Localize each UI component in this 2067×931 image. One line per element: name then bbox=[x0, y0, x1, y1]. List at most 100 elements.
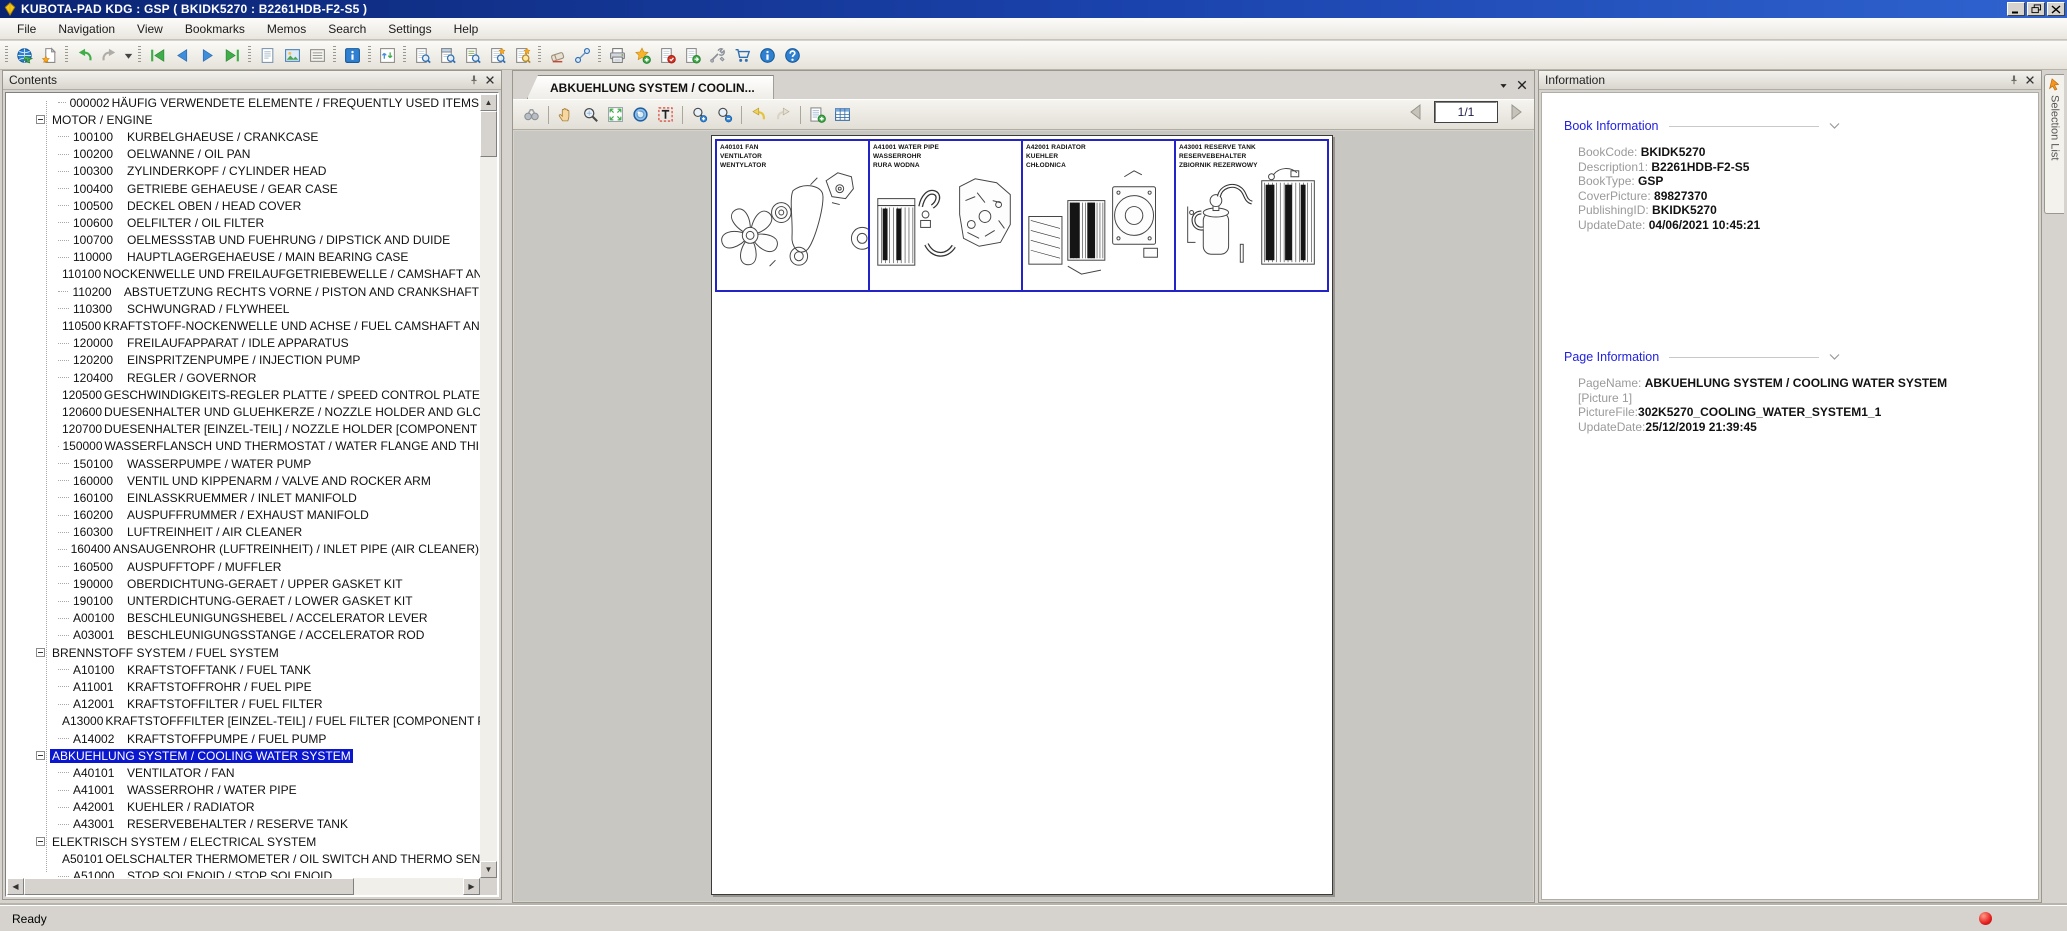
search-memo-button[interactable] bbox=[510, 43, 535, 67]
selection-list-tab[interactable]: Selection List bbox=[2044, 74, 2064, 214]
tree-item[interactable]: A00100BESCHLEUNIGUNGSHEBEL / ACCELERATOR… bbox=[6, 610, 481, 627]
tree-item[interactable]: 150100WASSERPUMPE / WATER PUMP bbox=[6, 455, 481, 472]
collapse-section-icon[interactable] bbox=[1829, 122, 1840, 130]
diagram-fan[interactable]: A40101 FAN VENTILATOR WENTYLATOR bbox=[717, 141, 868, 290]
tree-item[interactable]: 160000VENTIL UND KIPPENARM / VALVE AND R… bbox=[6, 472, 481, 489]
menu-file[interactable]: File bbox=[6, 20, 47, 38]
picture-block[interactable]: A40101 FAN VENTILATOR WENTYLATOR bbox=[715, 139, 1329, 292]
pan-hand-button[interactable] bbox=[553, 103, 578, 127]
tree-item[interactable]: 120500GESCHWINDIGKEITS-REGLER PLATTE / S… bbox=[6, 386, 481, 403]
tree-item[interactable]: 190100UNTERDICHTUNG-GERAET / LOWER GASKE… bbox=[6, 592, 481, 609]
next-picture-icon[interactable] bbox=[1506, 103, 1526, 121]
document-page[interactable]: A40101 FAN VENTILATOR WENTYLATOR bbox=[711, 135, 1333, 895]
tree-item[interactable]: 120200EINSPRITZENPUMPE / INJECTION PUMP bbox=[6, 352, 481, 369]
close-icon[interactable] bbox=[482, 73, 498, 88]
tree-item[interactable]: 100500DECKEL OBEN / HEAD COVER bbox=[6, 197, 481, 214]
tree-item[interactable]: 110100NOCKENWELLE UND FREILAUFGETRIEBEWE… bbox=[6, 266, 481, 283]
new-document-button[interactable] bbox=[37, 43, 62, 67]
drawing-canvas[interactable]: A40101 FAN VENTILATOR WENTYLATOR bbox=[514, 131, 1533, 901]
tree-item[interactable]: 100100KURBELGHAEUSE / CRANKCASE bbox=[6, 128, 481, 145]
menu-search[interactable]: Search bbox=[317, 20, 377, 38]
scroll-down-icon[interactable]: ▼ bbox=[480, 861, 497, 878]
tree-item[interactable]: A50101OELSCHALTER THERMOMETER / OIL SWIT… bbox=[6, 850, 481, 867]
collapse-box-icon[interactable] bbox=[36, 648, 45, 657]
tree-item[interactable]: A43001RESERVEBEHALTER / RESERVE TANK bbox=[6, 816, 481, 833]
tree-item[interactable]: 110000HAUPTLAGERGEHAEUSE / MAIN BEARING … bbox=[6, 249, 481, 266]
tree-vertical-scrollbar[interactable]: ▲ ▼ bbox=[480, 94, 497, 878]
tree-item[interactable]: 110500KRAFTSTOFF-NOCKENWELLE UND ACHSE /… bbox=[6, 317, 481, 334]
tree-node[interactable]: ABKUEHLUNG SYSTEM / COOLING WATER SYSTEM bbox=[6, 747, 481, 764]
close-icon[interactable] bbox=[2022, 73, 2038, 88]
scroll-up-icon[interactable]: ▲ bbox=[480, 94, 497, 111]
history-dropdown-button[interactable] bbox=[122, 43, 135, 67]
tree-node[interactable]: MOTOR / ENGINE bbox=[6, 111, 481, 128]
tree-item[interactable]: 150000WASSERFLANSCH UND THERMOSTAT / WAT… bbox=[6, 438, 481, 455]
redo-navigation-button[interactable] bbox=[97, 43, 122, 67]
tree-node[interactable]: BRENNSTOFF SYSTEM / FUEL SYSTEM bbox=[6, 644, 481, 661]
eraser-button[interactable] bbox=[545, 43, 570, 67]
fit-page-button[interactable] bbox=[603, 103, 628, 127]
tree-item[interactable]: 000002HÄUFIG VERWENDETE ELEMENTE / FREQU… bbox=[6, 94, 481, 111]
search-page-button[interactable] bbox=[435, 43, 460, 67]
tree-item[interactable]: A13000KRAFTSTOFFFILTER [EINZEL-TEIL] / F… bbox=[6, 713, 481, 730]
search-book-button[interactable] bbox=[410, 43, 435, 67]
tree-item[interactable]: 160200AUSPUFFRUMMER / EXHAUST MANIFOLD bbox=[6, 507, 481, 524]
tree-item[interactable]: 110300SCHWUNGRAD / FLYWHEEL bbox=[6, 300, 481, 317]
tree-item[interactable]: A42001KUEHLER / RADIATOR bbox=[6, 799, 481, 816]
tree-item[interactable]: 120600DUESENHALTER UND GLUEHKERZE / NOZZ… bbox=[6, 403, 481, 420]
previous-picture-icon[interactable] bbox=[1406, 103, 1426, 121]
tree-item[interactable]: A12001KRAFTSTOFFILTER / FUEL FILTER bbox=[6, 696, 481, 713]
search-list-button[interactable] bbox=[460, 43, 485, 67]
tab-list-dropdown-icon[interactable] bbox=[1495, 77, 1511, 93]
scroll-right-icon[interactable]: ▶ bbox=[463, 878, 480, 895]
memo-check-button[interactable] bbox=[655, 43, 680, 67]
menu-memos[interactable]: Memos bbox=[256, 20, 317, 38]
scroll-thumb[interactable] bbox=[24, 878, 354, 895]
tree-item[interactable]: 120400REGLER / GOVERNOR bbox=[6, 369, 481, 386]
scroll-left-icon[interactable]: ◀ bbox=[7, 878, 24, 895]
illustration-view-button[interactable] bbox=[280, 43, 305, 67]
tree-item[interactable]: A11001KRAFTSTOFFROHR / FUEL PIPE bbox=[6, 678, 481, 695]
information-view-button[interactable] bbox=[340, 43, 365, 67]
next-page-button[interactable] bbox=[195, 43, 220, 67]
previous-page-button[interactable] bbox=[170, 43, 195, 67]
tree-item[interactable]: 160300LUFTREINHEIT / AIR CLEANER bbox=[6, 524, 481, 541]
measure-button[interactable] bbox=[570, 43, 595, 67]
tree-item[interactable]: 120000FREILAUFAPPARAT / IDLE APPARATUS bbox=[6, 335, 481, 352]
close-button[interactable] bbox=[2047, 2, 2065, 16]
tools-button[interactable] bbox=[705, 43, 730, 67]
menu-settings[interactable]: Settings bbox=[377, 20, 442, 38]
tree-item[interactable]: 160400ANSAUGENROHR (LUFTREINHEIT) / INLE… bbox=[6, 541, 481, 558]
memo-export-button[interactable] bbox=[680, 43, 705, 67]
diagram-radiator[interactable]: A42001 RADIATOR KUEHLER CHŁODNICA bbox=[1021, 141, 1174, 290]
tree-item[interactable]: A40101VENTILATOR / FAN bbox=[6, 764, 481, 781]
add-to-list-button[interactable] bbox=[805, 103, 830, 127]
print-button[interactable] bbox=[605, 43, 630, 67]
pin-icon[interactable] bbox=[2006, 73, 2022, 88]
restore-button[interactable] bbox=[2027, 2, 2045, 16]
page-view-button[interactable] bbox=[255, 43, 280, 67]
parts-cart-button[interactable] bbox=[730, 43, 755, 67]
zoom-select-button[interactable] bbox=[578, 103, 603, 127]
tree-item[interactable]: 100700OELMESSSTAB UND FUEHRUNG / DIPSTIC… bbox=[6, 232, 481, 249]
find-button[interactable] bbox=[519, 103, 544, 127]
tree-item[interactable]: 100200OELWANNE / OIL PAN bbox=[6, 146, 481, 163]
minimize-button[interactable] bbox=[2007, 2, 2025, 16]
app-information-button[interactable] bbox=[755, 43, 780, 67]
diagram-water-pipe[interactable]: A41001 WATER PIPE WASSERROHR RURA WODNA bbox=[868, 141, 1021, 290]
tree-horizontal-scrollbar[interactable]: ◀ ▶ bbox=[7, 878, 480, 895]
app-help-button[interactable] bbox=[780, 43, 805, 67]
parts-table-button[interactable] bbox=[830, 103, 855, 127]
redo-mark-button[interactable] bbox=[771, 103, 796, 127]
scroll-thumb[interactable] bbox=[480, 111, 497, 157]
menu-help[interactable]: Help bbox=[443, 20, 490, 38]
swap-view-button[interactable] bbox=[375, 43, 400, 67]
tree-item[interactable]: A14002KRAFTSTOFFPUMPE / FUEL PUMP bbox=[6, 730, 481, 747]
menu-bookmarks[interactable]: Bookmarks bbox=[174, 20, 256, 38]
tree-item[interactable]: 110200ABSTUETZUNG RECHTS VORNE / PISTON … bbox=[6, 283, 481, 300]
undo-mark-button[interactable] bbox=[746, 103, 771, 127]
page-indicator-input[interactable]: 1/1 bbox=[1435, 102, 1497, 122]
tree-item[interactable]: 100600OELFILTER / OIL FILTER bbox=[6, 214, 481, 231]
text-select-button[interactable] bbox=[653, 103, 678, 127]
tree-item[interactable]: 100400GETRIEBE GEHAEUSE / GEAR CASE bbox=[6, 180, 481, 197]
